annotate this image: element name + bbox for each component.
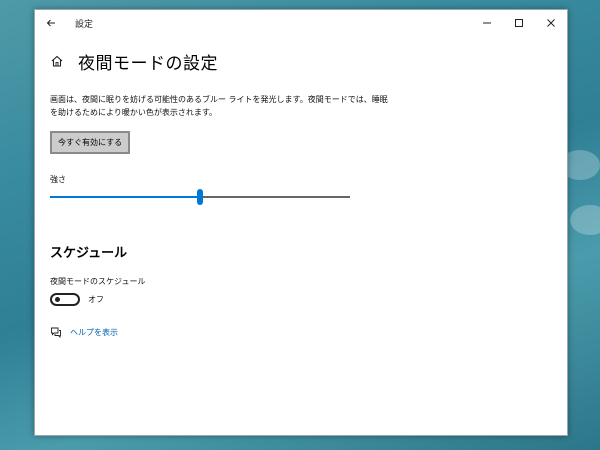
strength-slider[interactable] [50,189,350,205]
window-title: 設定 [75,19,94,30]
main-content: 夜間モードの設定 画面は、夜間に眠りを妨げる可能性のあるブルー ライトを発光しま… [50,46,552,338]
get-help-link[interactable]: ヘルプを表示 [70,327,118,338]
slider-thumb[interactable] [197,189,203,205]
schedule-toggle[interactable] [50,293,80,306]
minimize-icon [483,22,491,24]
back-arrow-icon [46,19,55,27]
title-bar: 設定 [35,10,567,36]
home-icon[interactable] [50,54,64,68]
enable-now-button[interactable]: 今すぐ有効にする [50,131,131,154]
help-chat-icon [51,327,61,338]
wallpaper-highlight [570,205,600,235]
help-row: ヘルプを表示 [50,326,552,338]
toggle-state-text: オフ [88,295,104,304]
close-button[interactable] [535,10,567,36]
slider-fill [50,196,200,198]
settings-window: 設定 夜間モードの設定 画面は、夜間に眠りを妨げる可能性のあるブルー ライトを発… [34,9,568,436]
maximize-icon [515,19,523,27]
night-light-description: 画面は、夜間に眠りを妨げる可能性のあるブルー ライトを発光します。夜間モードでは… [50,95,388,117]
page-header: 夜間モードの設定 [50,46,552,76]
close-icon [547,19,555,27]
toggle-knob [55,297,60,302]
maximize-button[interactable] [503,10,535,36]
schedule-section-title: スケジュール [50,246,128,261]
schedule-toggle-row: オフ [50,293,552,306]
page-title: 夜間モードの設定 [78,53,218,74]
window-controls [471,10,567,36]
minimize-button[interactable] [471,10,503,36]
strength-label: 強さ [50,175,66,184]
back-button[interactable] [35,10,67,36]
schedule-toggle-label: 夜間モードのスケジュール [50,277,146,286]
